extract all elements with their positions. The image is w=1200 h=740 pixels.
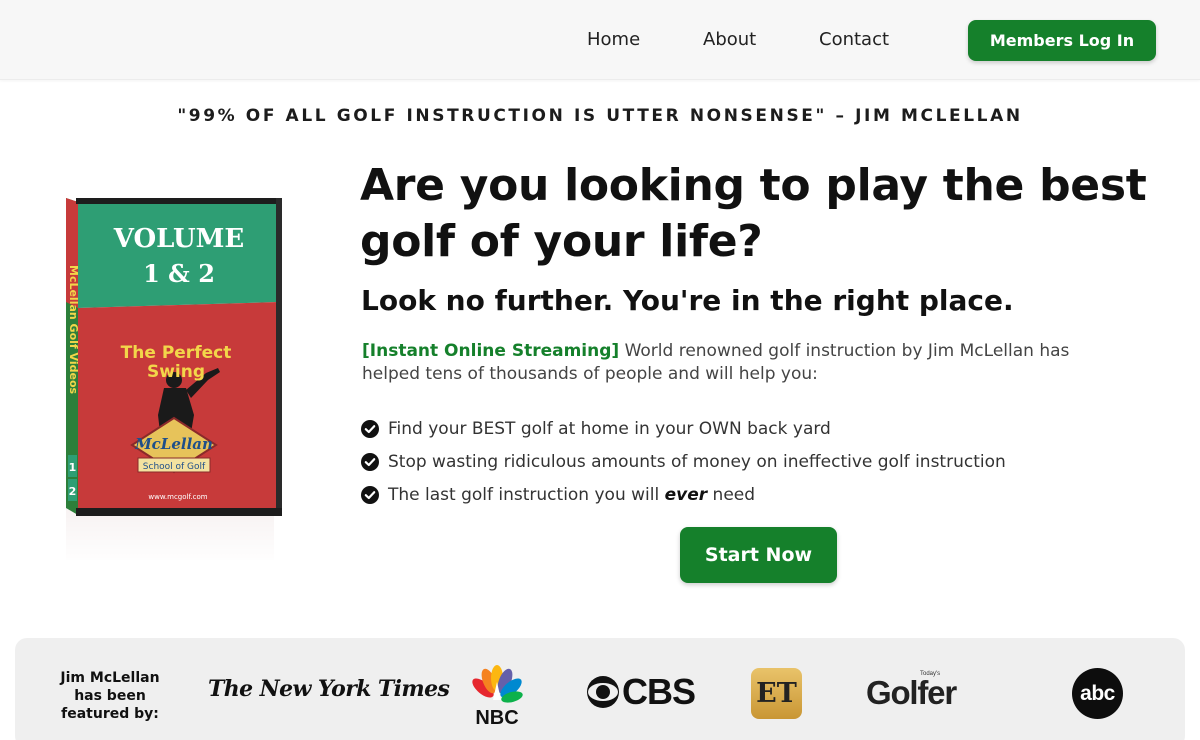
check-circle-icon xyxy=(361,452,379,471)
svg-text:NBC: NBC xyxy=(475,707,518,728)
featured-by-bar: Jim McLellan has been featured by: The N… xyxy=(15,638,1185,740)
dvd-volume-text: VOLUME xyxy=(113,224,245,254)
start-now-button[interactable]: Start Now xyxy=(680,527,837,583)
featured-label: Jim McLellan has been featured by: xyxy=(60,670,160,722)
dvd-url: www.mcgolf.com xyxy=(148,493,207,501)
nyt-logo: The New York Times xyxy=(208,676,450,702)
dvd-title-line1: The Perfect xyxy=(121,343,232,363)
benefit-text: Stop wasting ridiculous amounts of money… xyxy=(388,451,1006,472)
streaming-tag: [Instant Online Streaming] xyxy=(362,341,620,361)
abc-logo: abc xyxy=(1072,668,1123,719)
hero-intro: [Instant Online Streaming] World renowne… xyxy=(362,340,1122,386)
check-circle-icon xyxy=(361,485,379,504)
dvd-product-image: VOLUME 1 & 2 The Perfect Swing McLellan … xyxy=(46,190,296,565)
benefit-item: The last golf instruction you will ever … xyxy=(361,478,1121,511)
nbc-logo: NBC xyxy=(472,665,523,728)
cbs-logo: CBS xyxy=(586,671,696,712)
check-circle-icon xyxy=(361,419,379,438)
benefit-text: The last golf instruction you will ever … xyxy=(388,484,756,505)
nav-link-about[interactable]: About xyxy=(703,29,756,50)
dvd-spine-num-1: 1 xyxy=(69,461,77,474)
nav-link-contact[interactable]: Contact xyxy=(819,29,889,50)
benefit-text: Find your BEST golf at home in your OWN … xyxy=(388,418,831,439)
benefit-list: Find your BEST golf at home in your OWN … xyxy=(361,412,1121,511)
nav-link-home[interactable]: Home xyxy=(587,29,640,50)
hero-subheadline: Look no further. You're in the right pla… xyxy=(361,284,1014,317)
dvd-badge-line2: School of Golf xyxy=(143,462,206,472)
todays-golfer-logo: Today's Golfer xyxy=(866,671,957,711)
dvd-front-top xyxy=(78,202,278,308)
dvd-volume-number: 1 & 2 xyxy=(143,259,215,288)
members-login-button[interactable]: Members Log In xyxy=(968,20,1156,61)
top-navigation-bar: Home About Contact Members Log In xyxy=(0,0,1200,80)
hero-headline: Are you looking to play the best golf of… xyxy=(360,160,1147,267)
cbs-eye-icon xyxy=(587,676,619,708)
dvd-badge-line1: McLellan xyxy=(134,435,213,453)
dvd-spine-text: McLellan Golf Videos xyxy=(67,265,80,395)
benefit-item: Stop wasting ridiculous amounts of money… xyxy=(361,445,1121,478)
dvd-spine-num-2: 2 xyxy=(69,485,77,498)
dvd-title-line2: Swing xyxy=(147,362,205,382)
dvd-box-illustration: VOLUME 1 & 2 The Perfect Swing McLellan … xyxy=(46,198,296,565)
nbc-peacock-icon xyxy=(472,665,523,703)
header-quote: "99% OF ALL GOLF INSTRUCTION IS UTTER NO… xyxy=(177,106,1023,126)
et-logo: ET xyxy=(751,668,802,719)
benefit-item: Find your BEST golf at home in your OWN … xyxy=(361,412,1121,445)
